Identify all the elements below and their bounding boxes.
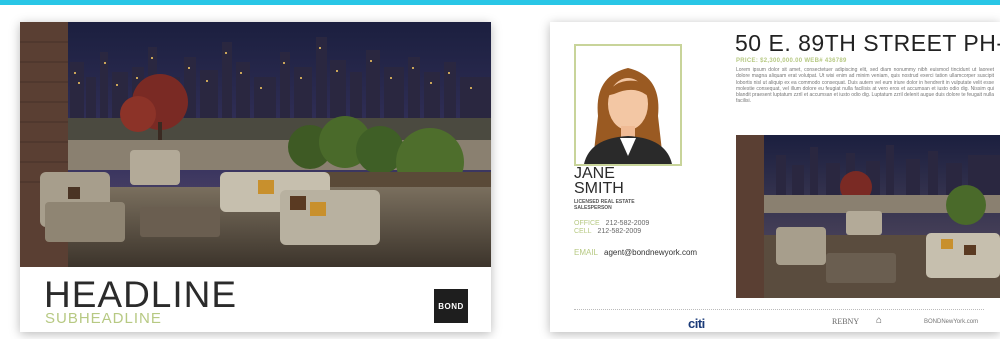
bond-website: BONDNewYork.com <box>924 319 979 325</box>
equal-housing-icon: ⌂ <box>876 315 883 326</box>
flyer-template-right[interactable]: JANE SMITH LICENSED REAL ESTATE SALESPER… <box>550 22 1000 332</box>
cell-label: CELL <box>574 228 592 235</box>
terrace-scene-small <box>736 135 1000 298</box>
bond-logo: BOND <box>434 289 468 323</box>
agent-last-name: SMITH <box>574 180 624 197</box>
agent-first-name: JANE <box>574 165 615 182</box>
agent-name: JANE SMITH <box>574 165 624 197</box>
flyer-footer: citi REBNY ⌂ BONDNewYork.com <box>550 313 1000 332</box>
agent-title-line2: SALESPERSON <box>574 205 612 211</box>
agent-portrait <box>574 44 682 166</box>
agent-email: EMAIL agent@bondnewyork.com <box>574 248 697 257</box>
realty-logo: REBNY <box>832 317 860 326</box>
terrace-scene <box>20 22 491 267</box>
listing-address: 50 E. 89TH STREET PH-C <box>735 30 1000 56</box>
listing-description: Lorem ipsum dolor sit amet, consectetuer… <box>736 67 994 105</box>
cell-phone: 212-582-2009 <box>597 228 642 235</box>
listing-price: PRICE: $2,300,000.00 WEB# 436789 <box>736 58 847 64</box>
email-label: EMAIL <box>574 248 599 257</box>
flyer-template-left[interactable]: HEADLINE SUBHEADLINE BOND <box>20 22 491 332</box>
office-label: OFFICE <box>574 220 600 227</box>
subheadline-text: SUBHEADLINE <box>45 310 162 327</box>
headline-text: HEADLINE <box>44 274 238 315</box>
citi-logo: citi <box>688 316 705 331</box>
agent-title: LICENSED REAL ESTATE SALESPERSON <box>574 199 635 211</box>
email-address: agent@bondnewyork.com <box>604 248 698 257</box>
listing-photo <box>736 135 1000 298</box>
agent-phones: OFFICE 212-582-2009 CELL 212-582-2009 <box>574 220 649 236</box>
avatar-silhouette-icon <box>576 46 680 164</box>
office-phone: 212-582-2009 <box>605 220 650 227</box>
legal-disclaimer <box>574 309 984 312</box>
accent-top-bar <box>0 0 1000 5</box>
terrace-photo <box>20 22 491 267</box>
